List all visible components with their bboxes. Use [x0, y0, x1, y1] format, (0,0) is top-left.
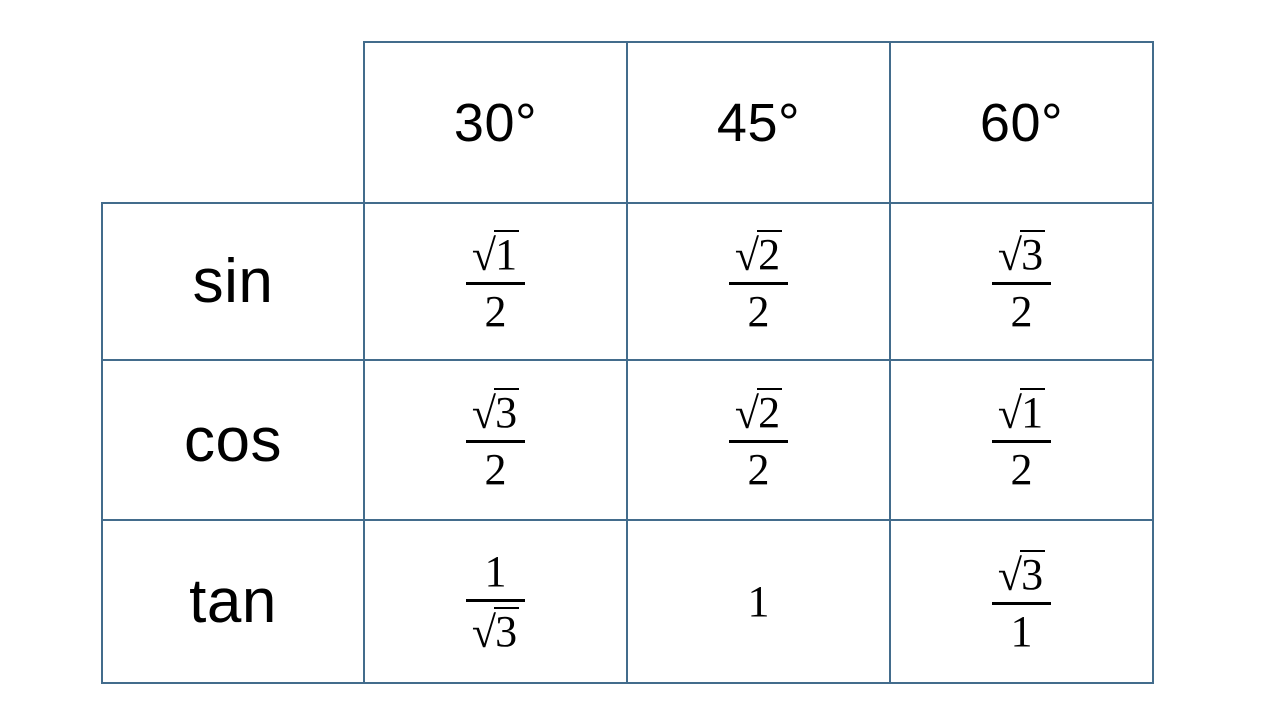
cell-sin-60: √3 2: [889, 202, 1154, 361]
radicand: 3: [1020, 229, 1046, 279]
radical: √2: [734, 388, 783, 438]
row-label-sin: sin: [101, 202, 365, 361]
radicand: 2: [757, 388, 783, 437]
table-row-sin: sin √1 2 √2 2 √3 2: [101, 202, 1154, 361]
fraction-bar: [991, 281, 1052, 285]
radical: √1: [997, 388, 1046, 438]
fraction-numerator: √3: [466, 386, 525, 437]
radical-sign: √: [997, 550, 1023, 600]
fraction-bar: [465, 598, 526, 602]
value-text: 1: [747, 576, 770, 626]
fraction: √1 2: [991, 386, 1052, 494]
fraction-numerator: √2: [729, 228, 788, 279]
fraction-numerator: √1: [992, 386, 1051, 437]
fraction-denominator: 2: [747, 445, 770, 494]
trig-values-table: 30° 45° 60° sin √1 2 √2 2 √3 2 cos √3 2 …: [101, 41, 1154, 684]
column-header-30: 30°: [363, 41, 628, 204]
radical: √3: [471, 388, 520, 438]
fraction: √3 2: [465, 386, 526, 494]
fraction: √2 2: [728, 386, 789, 494]
radical-sign: √: [471, 230, 497, 280]
fraction-bar: [991, 440, 1052, 443]
radical: √3: [471, 606, 520, 657]
fraction-bar: [728, 281, 789, 285]
cell-cos-45: √2 2: [626, 359, 891, 521]
radicand: 1: [1020, 388, 1046, 437]
row-label-cos: cos: [101, 359, 365, 521]
column-header-60: 60°: [889, 41, 1154, 204]
fraction-numerator: √1: [466, 228, 525, 279]
cell-tan-30: 1 √3: [363, 519, 628, 684]
fraction-denominator: √3: [466, 605, 525, 656]
fraction-bar: [728, 440, 789, 443]
radical-sign: √: [471, 389, 497, 438]
fraction: √2 2: [728, 228, 789, 336]
radical-sign: √: [997, 230, 1023, 280]
fraction-bar: [465, 440, 526, 443]
corner-cell: [102, 42, 364, 203]
radical-sign: √: [734, 389, 760, 438]
fraction-denominator: 2: [1010, 286, 1033, 336]
radical: √3: [997, 229, 1046, 280]
radicand: 3: [494, 388, 520, 437]
fraction: √1 2: [465, 228, 526, 336]
fraction-bar: [465, 281, 526, 285]
radicand: 1: [494, 229, 520, 279]
fraction-denominator: 2: [484, 445, 507, 494]
radical-sign: √: [734, 230, 760, 280]
table-header-row: 30° 45° 60°: [102, 41, 1154, 204]
cell-tan-60: √3 1: [889, 519, 1154, 684]
cell-tan-45: 1: [626, 519, 891, 684]
table-row-cos: cos √3 2 √2 2 √1 2: [101, 359, 1154, 521]
column-header-45: 45°: [626, 41, 891, 204]
radical-sign: √: [997, 389, 1023, 438]
radical-sign: √: [471, 607, 497, 657]
fraction-denominator: 1: [1010, 606, 1033, 656]
fraction-denominator: 2: [747, 286, 770, 336]
radical: √3: [997, 549, 1046, 600]
fraction: 1 √3: [465, 546, 526, 656]
fraction-numerator: 1: [484, 546, 507, 596]
radicand: 3: [1020, 549, 1046, 599]
row-label-tan: tan: [101, 519, 365, 684]
cell-cos-30: √3 2: [363, 359, 628, 521]
fraction: √3 1: [991, 548, 1052, 656]
fraction-denominator: 2: [484, 286, 507, 336]
radicand: 2: [757, 229, 783, 279]
slide-canvas: 30° 45° 60° sin √1 2 √2 2 √3 2 cos √3 2 …: [0, 0, 1280, 720]
cell-sin-45: √2 2: [626, 202, 891, 361]
fraction: √3 2: [991, 228, 1052, 336]
fraction-numerator: √3: [992, 548, 1051, 599]
radical: √1: [471, 229, 520, 280]
fraction-bar: [991, 601, 1052, 605]
cell-sin-30: √1 2: [363, 202, 628, 361]
cell-cos-60: √1 2: [889, 359, 1154, 521]
fraction-denominator: 2: [1010, 445, 1033, 494]
radical: √2: [734, 229, 783, 280]
fraction-numerator: √2: [729, 386, 788, 437]
table-row-tan: tan 1 √3 1 √3 1: [101, 519, 1154, 684]
radicand: 3: [494, 606, 520, 656]
fraction-numerator: √3: [992, 228, 1051, 279]
